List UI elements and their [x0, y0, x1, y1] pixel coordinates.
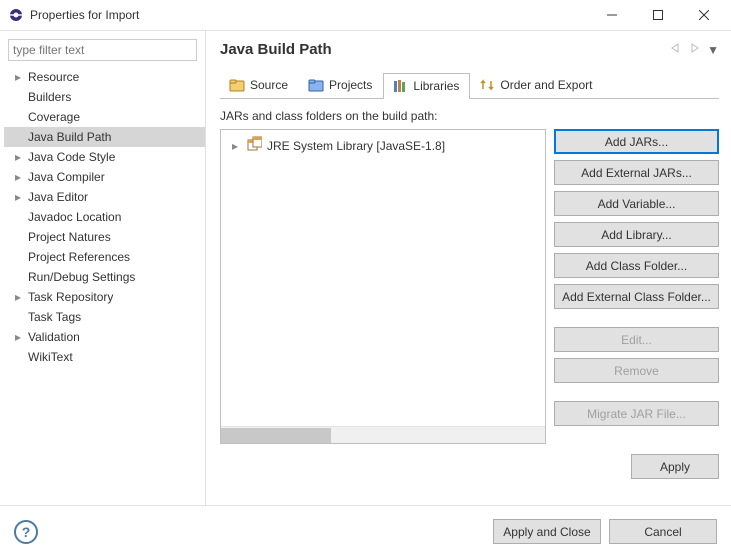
description-label: JARs and class folders on the build path…	[220, 109, 719, 123]
sidebar-item-label: Validation	[24, 330, 80, 344]
tab-bar: Source Projects Libraries Order and Export	[220, 72, 719, 99]
sidebar-item-label: Project Natures	[24, 230, 111, 244]
library-label: JRE System Library [JavaSE-1.8]	[267, 139, 445, 153]
forward-icon[interactable]	[687, 42, 703, 57]
chevron-right-icon[interactable]: ▸	[12, 330, 24, 344]
sidebar-item-label: Task Repository	[24, 290, 113, 304]
chevron-right-icon[interactable]: ▸	[12, 290, 24, 304]
sidebar-item-validation[interactable]: ▸Validation	[4, 327, 205, 347]
add-external-class-folder-button[interactable]: Add External Class Folder...	[554, 284, 719, 309]
sidebar: ▸ResourceBuildersCoverageJava Build Path…	[0, 31, 205, 505]
tab-libraries[interactable]: Libraries	[383, 73, 470, 99]
sidebar-item-project-references[interactable]: Project References	[4, 247, 205, 267]
tab-label: Libraries	[413, 79, 459, 93]
titlebar: Properties for Import	[0, 0, 731, 30]
sidebar-item-label: Java Editor	[24, 190, 88, 204]
tab-label: Projects	[329, 78, 372, 92]
migrate-jar-button: Migrate JAR File...	[554, 401, 719, 426]
sidebar-item-label: Javadoc Location	[24, 210, 121, 224]
filter-input[interactable]	[8, 39, 197, 61]
close-button[interactable]	[681, 0, 727, 30]
sidebar-item-builders[interactable]: Builders	[4, 87, 205, 107]
sidebar-item-coverage[interactable]: Coverage	[4, 107, 205, 127]
horizontal-scrollbar[interactable]	[221, 426, 545, 443]
apply-button[interactable]: Apply	[631, 454, 719, 479]
sidebar-item-javadoc-location[interactable]: Javadoc Location	[4, 207, 205, 227]
sidebar-item-project-natures[interactable]: Project Natures	[4, 227, 205, 247]
add-library-button[interactable]: Add Library...	[554, 222, 719, 247]
add-external-jars-button[interactable]: Add External JARs...	[554, 160, 719, 185]
order-export-icon	[479, 77, 495, 93]
help-icon[interactable]: ?	[14, 520, 38, 544]
projects-folder-icon	[308, 77, 324, 93]
sidebar-item-resource[interactable]: ▸Resource	[4, 67, 205, 87]
sidebar-item-label: Coverage	[24, 110, 80, 124]
add-class-folder-button[interactable]: Add Class Folder...	[554, 253, 719, 278]
sidebar-item-label: Task Tags	[24, 310, 81, 324]
tab-projects[interactable]: Projects	[299, 72, 383, 98]
sidebar-item-wikitext[interactable]: WikiText	[4, 347, 205, 367]
dropdown-icon[interactable]: ▼	[707, 43, 719, 57]
chevron-right-icon[interactable]: ▸	[12, 190, 24, 204]
classpath-list[interactable]: ▸ JRE System Library [JavaSE-1.8]	[220, 129, 546, 444]
remove-button: Remove	[554, 358, 719, 383]
tab-order-and-export[interactable]: Order and Export	[470, 72, 603, 98]
libraries-icon	[392, 78, 408, 94]
chevron-right-icon[interactable]: ▸	[12, 70, 24, 84]
button-column: Add JARs... Add External JARs... Add Var…	[554, 129, 719, 444]
tab-source[interactable]: Source	[220, 72, 299, 98]
window-title: Properties for Import	[30, 8, 589, 22]
sidebar-item-task-tags[interactable]: Task Tags	[4, 307, 205, 327]
sidebar-item-label: Java Code Style	[24, 150, 115, 164]
sidebar-item-run-debug-settings[interactable]: Run/Debug Settings	[4, 267, 205, 287]
add-variable-button[interactable]: Add Variable...	[554, 191, 719, 216]
add-jars-button[interactable]: Add JARs...	[554, 129, 719, 154]
library-entry[interactable]: ▸ JRE System Library [JavaSE-1.8]	[225, 134, 541, 157]
sidebar-item-label: Project References	[24, 250, 130, 264]
chevron-right-icon[interactable]: ▸	[12, 170, 24, 184]
edit-button: Edit...	[554, 327, 719, 352]
sidebar-item-label: Resource	[24, 70, 79, 84]
minimize-button[interactable]	[589, 0, 635, 30]
app-icon	[8, 7, 24, 23]
page-title: Java Build Path	[220, 41, 665, 58]
tab-label: Order and Export	[500, 78, 592, 92]
sidebar-item-java-compiler[interactable]: ▸Java Compiler	[4, 167, 205, 187]
maximize-button[interactable]	[635, 0, 681, 30]
sidebar-item-label: Run/Debug Settings	[24, 270, 135, 284]
chevron-right-icon[interactable]: ▸	[12, 150, 24, 164]
apply-and-close-button[interactable]: Apply and Close	[493, 519, 601, 544]
main-panel: Java Build Path ▼ Source Projects Librarie…	[205, 31, 731, 505]
sidebar-item-label: Java Build Path	[24, 130, 111, 144]
sidebar-item-label: WikiText	[24, 350, 73, 364]
sidebar-item-java-code-style[interactable]: ▸Java Code Style	[4, 147, 205, 167]
cancel-button[interactable]: Cancel	[609, 519, 717, 544]
dialog-footer: ? Apply and Close Cancel	[0, 505, 731, 557]
sidebar-item-label: Builders	[24, 90, 71, 104]
library-jar-icon	[246, 136, 262, 155]
sidebar-item-label: Java Compiler	[24, 170, 105, 184]
sidebar-item-task-repository[interactable]: ▸Task Repository	[4, 287, 205, 307]
source-folder-icon	[229, 77, 245, 93]
tab-label: Source	[250, 78, 288, 92]
sidebar-item-java-build-path[interactable]: Java Build Path	[4, 127, 205, 147]
nav-tree: ▸ResourceBuildersCoverageJava Build Path…	[4, 67, 205, 497]
sidebar-item-java-editor[interactable]: ▸Java Editor	[4, 187, 205, 207]
chevron-right-icon[interactable]: ▸	[229, 139, 241, 153]
back-icon[interactable]	[667, 42, 683, 57]
